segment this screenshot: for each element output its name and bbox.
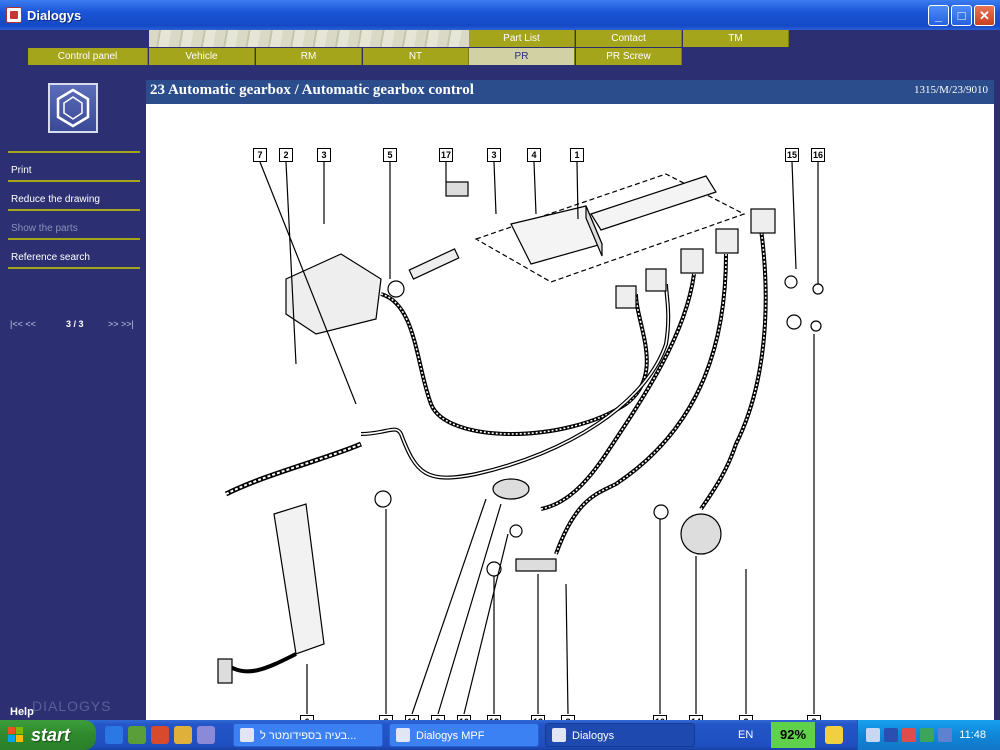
reference-search-link[interactable]: Reference search: [11, 252, 90, 263]
taskbar-item-hebrew-doc[interactable]: בעיה בספידומטר ל...: [233, 723, 383, 747]
tab-contact[interactable]: Contact: [576, 30, 682, 47]
pager-first-prev[interactable]: |<< <<: [10, 319, 36, 329]
callout-15[interactable]: 15: [785, 148, 799, 162]
ie-icon[interactable]: [105, 726, 123, 744]
taskbar-item-label: בעיה בספידומטר ל...: [260, 730, 357, 742]
app-quicklaunch-icon[interactable]: [151, 726, 169, 744]
tab-strip-decoration: [149, 30, 469, 47]
pager-page-indicator: 3 / 3: [66, 319, 84, 329]
tab-control-panel[interactable]: Control panel: [28, 48, 148, 65]
sidebar-divider: [8, 267, 140, 269]
section-number: 23: [150, 82, 165, 98]
drawing-title: 23 Automatic gearbox / Automatic gearbox…: [150, 82, 474, 99]
exploded-parts-drawing[interactable]: 7 2 3 5 17 3 4 1 15 16 6 8 11 9 10 13 12…: [146, 104, 994, 729]
drawing-reference: 1315/M/23/9010: [914, 84, 988, 96]
app-icon: [6, 7, 22, 23]
tab-vehicle[interactable]: Vehicle: [149, 48, 255, 65]
security-icon[interactable]: [902, 728, 916, 742]
pager-next-last[interactable]: >> >>|: [108, 319, 134, 329]
parts-diagram: [217, 161, 824, 715]
clock: 11:48: [959, 729, 986, 741]
sidebar-divider: [8, 151, 140, 153]
network-icon[interactable]: [866, 728, 880, 742]
sidebar: Print Reduce the drawing Show the parts …: [4, 75, 144, 720]
tab-rm[interactable]: RM: [256, 48, 362, 65]
callout-7[interactable]: 7: [253, 148, 267, 162]
display-icon[interactable]: [884, 728, 898, 742]
drawing-header: 23 Automatic gearbox / Automatic gearbox…: [146, 80, 994, 104]
window-icon: [396, 728, 410, 742]
taskbar-item-dialogys[interactable]: Dialogys: [545, 723, 695, 747]
print-link[interactable]: Print: [11, 165, 32, 176]
app-window: Part List Contact TM Control panel Vehic…: [4, 30, 996, 729]
hexagon-nut-icon: [48, 83, 98, 133]
lock-icon[interactable]: [825, 726, 843, 744]
taskbar: start בעיה בספידומטר ל... Dialogys MPF D…: [0, 720, 1000, 750]
media-icon[interactable]: [174, 726, 192, 744]
taskbar-item-dialogys-mpf[interactable]: Dialogys MPF: [389, 723, 539, 747]
system-tray: 11:48: [857, 720, 1000, 750]
sidebar-divider: [8, 238, 140, 240]
window-title: Dialogys: [27, 8, 82, 23]
tab-part-list[interactable]: Part List: [469, 30, 575, 47]
bs-icon[interactable]: [197, 726, 215, 744]
callout-3[interactable]: 3: [487, 148, 501, 162]
reduce-drawing-link[interactable]: Reduce the drawing: [11, 194, 100, 205]
callout-4[interactable]: 4: [527, 148, 541, 162]
document-icon: [240, 728, 254, 742]
language-indicator[interactable]: EN: [738, 729, 753, 741]
show-parts-link: Show the parts: [11, 223, 78, 234]
tab-pr[interactable]: PR: [469, 48, 575, 65]
callout-3[interactable]: 3: [317, 148, 331, 162]
maximize-button[interactable]: □: [951, 5, 972, 26]
help-link[interactable]: Help: [10, 706, 34, 718]
start-button[interactable]: start: [0, 720, 96, 750]
sync-icon[interactable]: [920, 728, 934, 742]
taskbar-item-label: Dialogys MPF: [416, 730, 485, 742]
callout-17[interactable]: 17: [439, 148, 453, 162]
tab-tm[interactable]: TM: [683, 30, 789, 47]
dialogys-icon: [552, 728, 566, 742]
sidebar-divider: [8, 180, 140, 182]
taskbar-item-label: Dialogys: [572, 730, 615, 742]
close-button[interactable]: ✕: [974, 5, 995, 26]
tab-nt[interactable]: NT: [363, 48, 469, 65]
windows-flag-icon: [8, 727, 25, 743]
battery-indicator[interactable]: 92%: [771, 722, 815, 748]
start-label: start: [31, 725, 71, 745]
callout-16[interactable]: 16: [811, 148, 825, 162]
callout-1[interactable]: 1: [570, 148, 584, 162]
drawing-title-text: Automatic gearbox / Automatic gearbox co…: [167, 82, 474, 98]
minimize-button[interactable]: _: [928, 5, 949, 26]
window-title-bar[interactable]: Dialogys _ □ ✕: [0, 0, 1000, 30]
tab-pr-screw[interactable]: PR Screw: [576, 48, 682, 65]
volume-icon[interactable]: [938, 728, 952, 742]
desktop-icon[interactable]: [128, 726, 146, 744]
sidebar-divider: [8, 209, 140, 211]
dialogys-watermark: DIALOGYS: [32, 698, 112, 714]
callout-5[interactable]: 5: [383, 148, 397, 162]
callout-2[interactable]: 2: [279, 148, 293, 162]
